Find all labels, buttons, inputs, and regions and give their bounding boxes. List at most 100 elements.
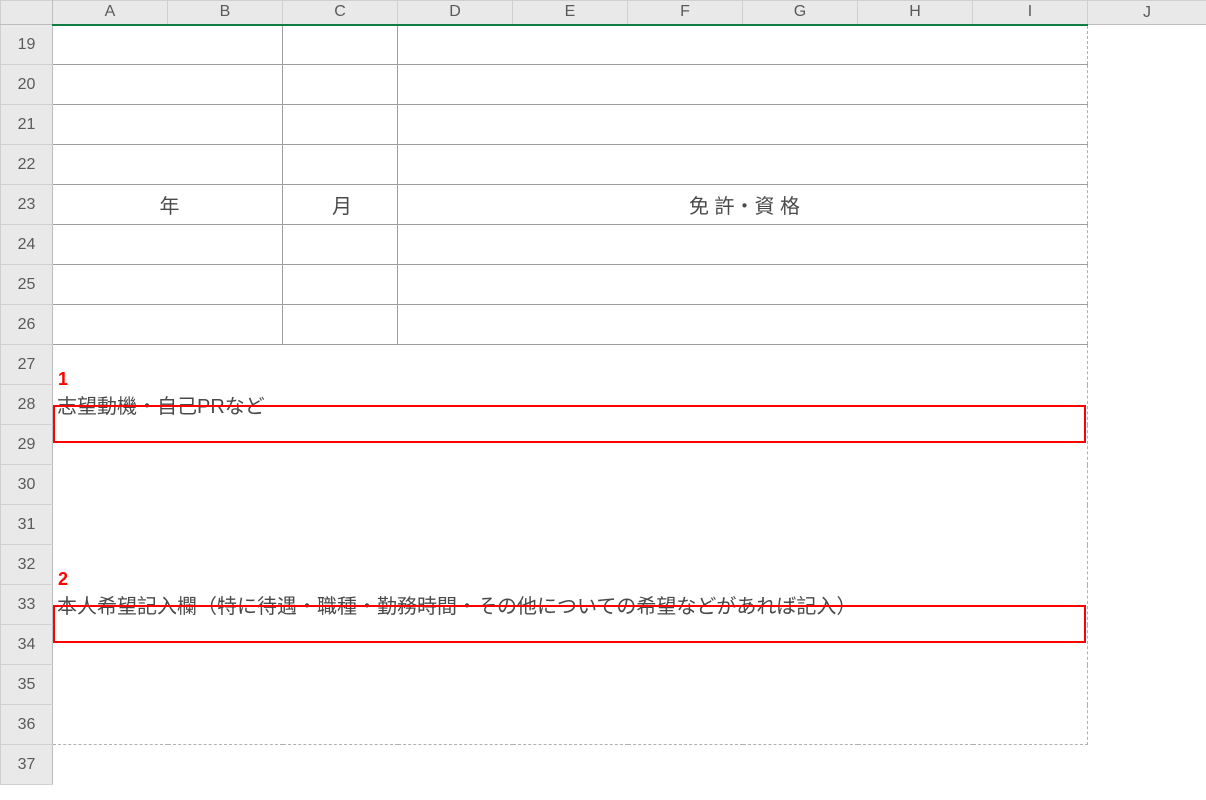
cell-year-header[interactable]: 年 xyxy=(53,185,283,225)
row-20[interactable]: 20 xyxy=(1,65,1206,105)
cell-A34[interactable] xyxy=(53,625,973,665)
cell-J21[interactable] xyxy=(1088,105,1206,145)
row-header-31[interactable]: 31 xyxy=(1,505,53,545)
row-22[interactable]: 22 xyxy=(1,145,1206,185)
cell-I30[interactable] xyxy=(973,465,1088,505)
row-header-29[interactable]: 29 xyxy=(1,425,53,465)
row-header-36[interactable]: 36 xyxy=(1,705,53,745)
row-34[interactable]: 34 xyxy=(1,625,1206,665)
cell-D37[interactable] xyxy=(398,745,513,785)
cell-C22[interactable] xyxy=(283,145,398,185)
row-header-26[interactable]: 26 xyxy=(1,305,53,345)
cell-E37[interactable] xyxy=(513,745,628,785)
cell-A27[interactable] xyxy=(53,345,168,385)
row-header-35[interactable]: 35 xyxy=(1,665,53,705)
cell-D21[interactable] xyxy=(398,105,1088,145)
row-29[interactable]: 29 xyxy=(1,425,1206,465)
cell-J26[interactable] xyxy=(1088,305,1206,345)
cell-I36[interactable] xyxy=(973,705,1088,745)
col-header-E[interactable]: E xyxy=(513,1,628,25)
cell-G37[interactable] xyxy=(743,745,858,785)
cell-D19[interactable] xyxy=(398,25,1088,65)
cell-J36[interactable] xyxy=(1088,705,1206,745)
row-32[interactable]: 32 xyxy=(1,545,1206,585)
cell-J37[interactable] xyxy=(1088,745,1206,785)
row-header-21[interactable]: 21 xyxy=(1,105,53,145)
cell-H27[interactable] xyxy=(858,345,973,385)
cell-J28[interactable] xyxy=(1088,385,1206,425)
cell-B27[interactable] xyxy=(168,345,283,385)
row-23[interactable]: 23 年 月 免 許・資 格 xyxy=(1,185,1206,225)
row-header-25[interactable]: 25 xyxy=(1,265,53,305)
cell-J35[interactable] xyxy=(1088,665,1206,705)
cell-F37[interactable] xyxy=(628,745,743,785)
row-27[interactable]: 27 xyxy=(1,345,1206,385)
col-header-I[interactable]: I xyxy=(973,1,1088,25)
cell-C26[interactable] xyxy=(283,305,398,345)
cell-J30[interactable] xyxy=(1088,465,1206,505)
row-31[interactable]: 31 xyxy=(1,505,1206,545)
col-header-H[interactable]: H xyxy=(858,1,973,25)
row-header-27[interactable]: 27 xyxy=(1,345,53,385)
col-header-A[interactable]: A xyxy=(53,1,168,25)
select-all-corner[interactable] xyxy=(1,1,53,25)
cell-A37[interactable] xyxy=(53,745,168,785)
row-header-37[interactable]: 37 xyxy=(1,745,53,785)
cell-J24[interactable] xyxy=(1088,225,1206,265)
row-header-22[interactable]: 22 xyxy=(1,145,53,185)
cell-I28[interactable] xyxy=(973,385,1088,425)
cell-I34[interactable] xyxy=(973,625,1088,665)
cell-C24[interactable] xyxy=(283,225,398,265)
row-header-34[interactable]: 34 xyxy=(1,625,53,665)
cell-A20[interactable] xyxy=(53,65,283,105)
cell-J34[interactable] xyxy=(1088,625,1206,665)
row-26[interactable]: 26 xyxy=(1,305,1206,345)
col-header-J[interactable]: J xyxy=(1088,1,1206,25)
cell-D25[interactable] xyxy=(398,265,1088,305)
row-37[interactable]: 37 xyxy=(1,745,1206,785)
row-header-23[interactable]: 23 xyxy=(1,185,53,225)
cell-A32[interactable] xyxy=(53,545,973,585)
row-header-20[interactable]: 20 xyxy=(1,65,53,105)
cell-G27[interactable] xyxy=(743,345,858,385)
row-30[interactable]: 30 xyxy=(1,465,1206,505)
col-header-B[interactable]: B xyxy=(168,1,283,25)
row-header-28[interactable]: 28 xyxy=(1,385,53,425)
cell-E27[interactable] xyxy=(513,345,628,385)
row-35[interactable]: 35 xyxy=(1,665,1206,705)
row-36[interactable]: 36 xyxy=(1,705,1206,745)
cell-D20[interactable] xyxy=(398,65,1088,105)
cell-A29[interactable] xyxy=(53,425,973,465)
spreadsheet-grid[interactable]: A B C D E F G H I J 19 20 xyxy=(0,0,1206,785)
cell-J29[interactable] xyxy=(1088,425,1206,465)
cell-C19[interactable] xyxy=(283,25,398,65)
cell-J19[interactable] xyxy=(1088,25,1206,65)
row-header-33[interactable]: 33 xyxy=(1,585,53,625)
cell-motivation-header[interactable]: 志望動機・自己PRなど xyxy=(53,385,973,425)
cell-D26[interactable] xyxy=(398,305,1088,345)
row-header-19[interactable]: 19 xyxy=(1,25,53,65)
cell-J27[interactable] xyxy=(1088,345,1206,385)
cell-I35[interactable] xyxy=(973,665,1088,705)
cell-A24[interactable] xyxy=(53,225,283,265)
cell-B37[interactable] xyxy=(168,745,283,785)
cell-H37[interactable] xyxy=(858,745,973,785)
row-19[interactable]: 19 xyxy=(1,25,1206,65)
cell-month-header[interactable]: 月 xyxy=(283,185,398,225)
row-33[interactable]: 33 本人希望記入欄（特に待遇・職種・勤務時間・その他についての希望などがあれば… xyxy=(1,585,1206,625)
cell-A30[interactable] xyxy=(53,465,973,505)
cell-A22[interactable] xyxy=(53,145,283,185)
cell-I31[interactable] xyxy=(973,505,1088,545)
row-header-30[interactable]: 30 xyxy=(1,465,53,505)
cell-C37[interactable] xyxy=(283,745,398,785)
cell-D27[interactable] xyxy=(398,345,513,385)
cell-C27[interactable] xyxy=(283,345,398,385)
cell-I33[interactable] xyxy=(973,585,1088,625)
cell-A31[interactable] xyxy=(53,505,973,545)
cell-C21[interactable] xyxy=(283,105,398,145)
cell-J22[interactable] xyxy=(1088,145,1206,185)
cell-A26[interactable] xyxy=(53,305,283,345)
row-21[interactable]: 21 xyxy=(1,105,1206,145)
row-25[interactable]: 25 xyxy=(1,265,1206,305)
cell-C25[interactable] xyxy=(283,265,398,305)
